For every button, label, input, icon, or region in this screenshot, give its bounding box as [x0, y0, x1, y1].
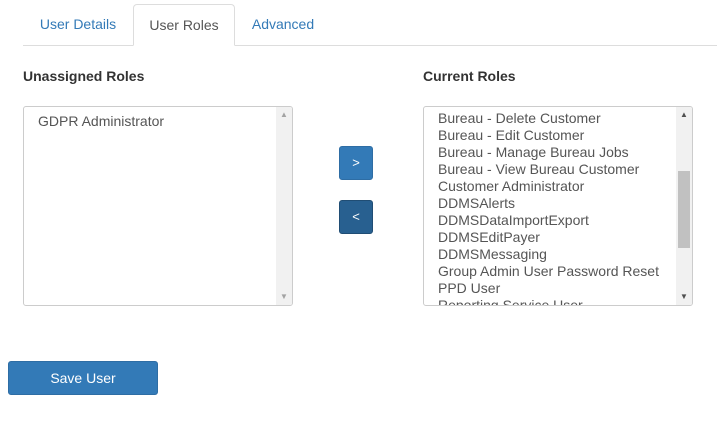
role-option[interactable]: Group Admin User Password Reset — [438, 263, 674, 280]
current-roles-heading: Current Roles — [423, 68, 516, 84]
unassigned-roles-scrollbar[interactable]: ▲ ▼ — [276, 107, 292, 305]
role-option[interactable]: DDMSDataImportExport — [438, 212, 674, 229]
scroll-up-icon[interactable]: ▲ — [676, 107, 692, 123]
role-option[interactable]: Bureau - Edit Customer — [438, 127, 674, 144]
scroll-down-icon[interactable]: ▼ — [276, 289, 292, 305]
unassign-role-button[interactable]: < — [339, 200, 373, 234]
unassigned-roles-items: GDPR Administrator — [38, 113, 274, 130]
tab-user-roles[interactable]: User Roles — [133, 4, 235, 46]
assign-role-button[interactable]: > — [339, 146, 373, 180]
tab-bar: User Details User Roles Advanced — [23, 4, 717, 46]
role-option[interactable]: Customer Administrator — [438, 178, 674, 195]
role-option[interactable]: DDMSMessaging — [438, 246, 674, 263]
role-option[interactable]: Bureau - View Bureau Customer — [438, 161, 674, 178]
tab-user-details[interactable]: User Details — [23, 4, 133, 45]
scroll-down-icon[interactable]: ▼ — [676, 289, 692, 305]
tab-advanced[interactable]: Advanced — [235, 4, 331, 45]
unassigned-roles-heading: Unassigned Roles — [23, 68, 145, 84]
role-option[interactable]: Bureau - Manage Bureau Jobs — [438, 144, 674, 161]
role-option[interactable]: DDMSAlerts — [438, 195, 674, 212]
role-option[interactable]: DDMSEditPayer — [438, 229, 674, 246]
role-option[interactable]: GDPR Administrator — [38, 113, 274, 130]
role-option[interactable]: Bureau - Delete Customer — [438, 110, 674, 127]
role-option[interactable]: PPD User — [438, 280, 674, 297]
current-roles-list[interactable]: Bureau - Delete Customer Bureau - Edit Cu… — [423, 106, 693, 306]
save-user-button[interactable]: Save User — [8, 361, 158, 395]
role-option[interactable]: Reporting Service User — [438, 297, 674, 305]
current-roles-scrollbar[interactable]: ▲ ▼ — [676, 107, 692, 305]
current-roles-items: Bureau - Delete Customer Bureau - Edit Cu… — [438, 110, 674, 305]
scroll-up-icon[interactable]: ▲ — [276, 107, 292, 123]
unassigned-roles-list[interactable]: GDPR Administrator ▲ ▼ — [23, 106, 293, 306]
scroll-thumb[interactable] — [678, 171, 690, 248]
edit-user-page: User Details User Roles Advanced Unassig… — [0, 0, 717, 427]
